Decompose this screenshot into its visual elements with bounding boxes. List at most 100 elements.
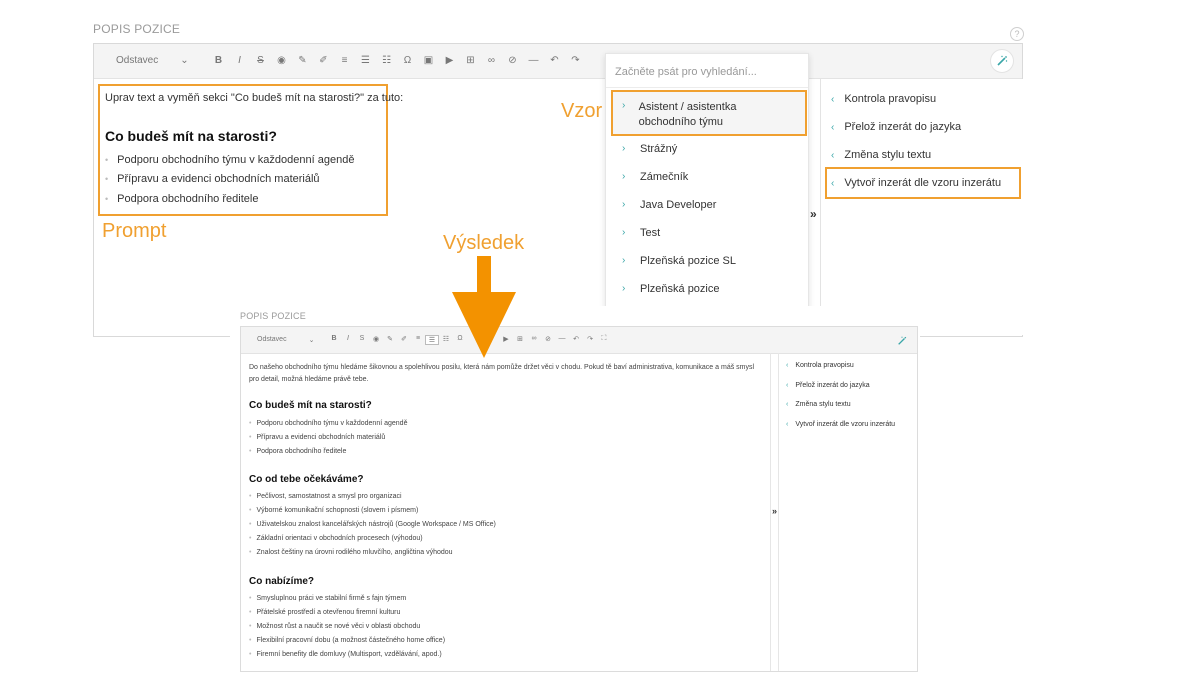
side-item-translate[interactable]: ‹ Přelož inzerát do jazyka (786, 382, 870, 389)
dropdown-item-label: Java Developer (640, 199, 717, 211)
bullet-icon: • (105, 155, 109, 165)
side-item-translate[interactable]: ‹ Přelož inzerát do jazyka (831, 121, 961, 133)
align-icon[interactable]: ≡ (334, 55, 355, 66)
dropdown-item[interactable]: › Zámečník (622, 171, 688, 183)
video-icon[interactable]: ▶ (439, 55, 460, 66)
collapse-panel-button[interactable]: » (772, 506, 777, 516)
chevron-left-icon: ‹ (831, 121, 835, 133)
template-search-input[interactable]: Začněte psát pro vyhledání... (615, 66, 757, 78)
link-icon[interactable]: ∞ (527, 335, 541, 343)
dropdown-item[interactable]: › Test (622, 227, 660, 239)
result-heading: Co budeš mít na starosti? (249, 400, 372, 411)
help-icon[interactable]: ? (1010, 27, 1024, 41)
list-item-text: Přípravu a evidenci obchodních materiálů (256, 434, 386, 441)
bullet-icon: • (249, 637, 252, 644)
list-item: • Možnost růst a naučit se nové věci v ob… (249, 623, 420, 630)
unlink-icon[interactable]: ⊘ (502, 55, 523, 66)
bullet-list-icon[interactable]: ☰ (355, 55, 376, 66)
bullet-icon: • (105, 194, 109, 204)
bullet-icon: • (249, 651, 252, 658)
dropdown-item[interactable]: › Plzeňská pozice (622, 283, 720, 295)
chevron-left-icon: ‹ (786, 421, 789, 428)
list-item-text: Výborné komunikační schopnosti (slovem i… (256, 507, 419, 514)
prompt-heading: Co budeš mít na starosti? (105, 128, 277, 144)
unlink-icon[interactable]: ⊘ (541, 335, 555, 343)
side-item-label: Změna stylu textu (795, 401, 851, 408)
highlight-icon[interactable]: ✐ (397, 335, 411, 345)
list-item: • Přípravu a evidenci obchodních materiál… (105, 173, 320, 185)
highlight-icon[interactable]: ✐ (313, 55, 334, 66)
divider (606, 87, 808, 88)
dropdown-item-label: Test (640, 227, 661, 239)
dropdown-item[interactable]: › Asistent / asistentka obchodního týmu (622, 100, 792, 130)
paragraph-style-label: Odstavec (116, 55, 159, 66)
list-item-text: Znalost češtiny na úrovni rodilého mluvč… (256, 549, 453, 556)
side-item-style[interactable]: ‹ Změna stylu textu (831, 149, 931, 161)
link-icon[interactable]: ∞ (481, 55, 502, 66)
chevron-right-icon: › (622, 143, 626, 154)
side-item-label: Vytvoř inzerát dle vzoru inzerátu (844, 177, 1002, 189)
strikethrough-icon[interactable]: S (355, 335, 369, 345)
side-item-template[interactable]: ‹ Vytvoř inzerát dle vzoru inzerátu (786, 421, 895, 428)
undo-icon[interactable]: ↶ (569, 335, 583, 343)
chevron-right-icon: › (622, 255, 626, 266)
bold-icon[interactable]: B (327, 335, 341, 345)
bullet-icon: • (249, 493, 252, 500)
list-item-text: Flexibilní pracovní dobu (a možnost část… (256, 637, 446, 644)
special-char-icon[interactable]: Ω (397, 55, 418, 66)
editor-bottom: Odstavec ⌄ B I S ◉ ✎ ✐ ≡ ☰ ☷ Ω ▶ ⊞ ∞ ⊘ —… (240, 326, 918, 672)
list-item-text: Podporu obchodního týmu v každodenní age… (117, 154, 355, 166)
palette-icon[interactable]: ◉ (271, 55, 292, 66)
collapse-panel-button[interactable]: » (810, 207, 817, 221)
text-color-icon[interactable]: ✎ (292, 55, 313, 66)
chevron-right-icon: › (622, 283, 626, 294)
italic-icon[interactable]: I (229, 55, 250, 66)
list-item-text: Pečlivost, samostatnost a smysl pro orga… (256, 493, 402, 500)
prompt-instruction: Uprav text a vyměň sekci "Co budeš mít n… (105, 92, 404, 104)
bullet-icon: • (249, 549, 252, 556)
redo-icon[interactable]: ↷ (565, 55, 586, 66)
dropdown-item[interactable]: › Strážný (622, 143, 677, 155)
horizontal-rule-icon[interactable]: — (555, 335, 569, 343)
side-item-template[interactable]: ‹ Vytvoř inzerát dle vzoru inzerátu (831, 177, 1001, 189)
magic-wand-button[interactable] (897, 333, 907, 351)
paragraph-style-select[interactable]: Odstavec ⌄ (257, 336, 314, 344)
divider (778, 353, 779, 671)
bold-icon[interactable]: B (208, 55, 229, 66)
result-heading: Co nabízíme? (249, 576, 315, 587)
bullet-icon: • (249, 609, 252, 616)
side-item-style[interactable]: ‹ Změna stylu textu (786, 401, 851, 408)
dropdown-item[interactable]: › Plzeňská pozice SL (622, 255, 736, 267)
list-item-text: Firemní benefity dle domluvy (Multisport… (256, 651, 442, 658)
editor-top: Odstavec ⌄ B I S ◉ ✎ ✐ ≡ ☰ ☷ Ω ▣ ▶ ⊞ ∞ ⊘… (93, 43, 1023, 337)
dropdown-item-label: Asistent / asistentka obchodního týmu (638, 101, 737, 128)
bullet-list-icon[interactable]: ☰ (425, 335, 439, 345)
section-label-top: POPIS POZICE (93, 22, 181, 36)
magic-wand-button[interactable] (990, 49, 1014, 73)
palette-icon[interactable]: ◉ (369, 335, 383, 345)
fullscreen-icon[interactable]: ⛶ (597, 335, 611, 343)
embed-icon[interactable]: ⊞ (460, 55, 481, 66)
chevron-right-icon: › (622, 199, 626, 210)
template-dropdown: Začněte psát pro vyhledání... › Asistent… (605, 53, 809, 313)
dropdown-item[interactable]: › Java Developer (622, 199, 716, 211)
list-item: • Přípravu a evidenci obchodních materiál… (249, 434, 385, 441)
redo-icon[interactable]: ↷ (583, 335, 597, 343)
strikethrough-icon[interactable]: S (250, 55, 271, 66)
bullet-icon: • (249, 434, 252, 441)
chevron-down-icon: ⌄ (308, 337, 315, 344)
chevron-right-icon: › (622, 227, 626, 238)
side-item-spellcheck[interactable]: ‹ Kontrola pravopisu (831, 93, 936, 105)
undo-icon[interactable]: ↶ (544, 55, 565, 66)
horizontal-rule-icon[interactable]: — (523, 55, 544, 66)
ai-side-panel: ‹ Kontrola pravopisu ‹ Přelož inzerát do… (820, 79, 1023, 335)
editor-toolbar: Odstavec ⌄ B I S ◉ ✎ ✐ ≡ ☰ ☷ Ω ▣ ▶ ⊞ ∞ ⊘… (94, 44, 1022, 79)
image-icon[interactable]: ▣ (418, 55, 439, 66)
list-item-text: Podpora obchodního ředitele (117, 193, 259, 205)
side-item-spellcheck[interactable]: ‹ Kontrola pravopisu (786, 362, 854, 369)
text-color-icon[interactable]: ✎ (383, 335, 397, 345)
italic-icon[interactable]: I (341, 335, 355, 345)
paragraph-style-select[interactable]: Odstavec ⌄ (116, 55, 189, 66)
numbered-list-icon[interactable]: ☷ (376, 55, 397, 66)
align-icon[interactable]: ≡ (411, 335, 425, 345)
